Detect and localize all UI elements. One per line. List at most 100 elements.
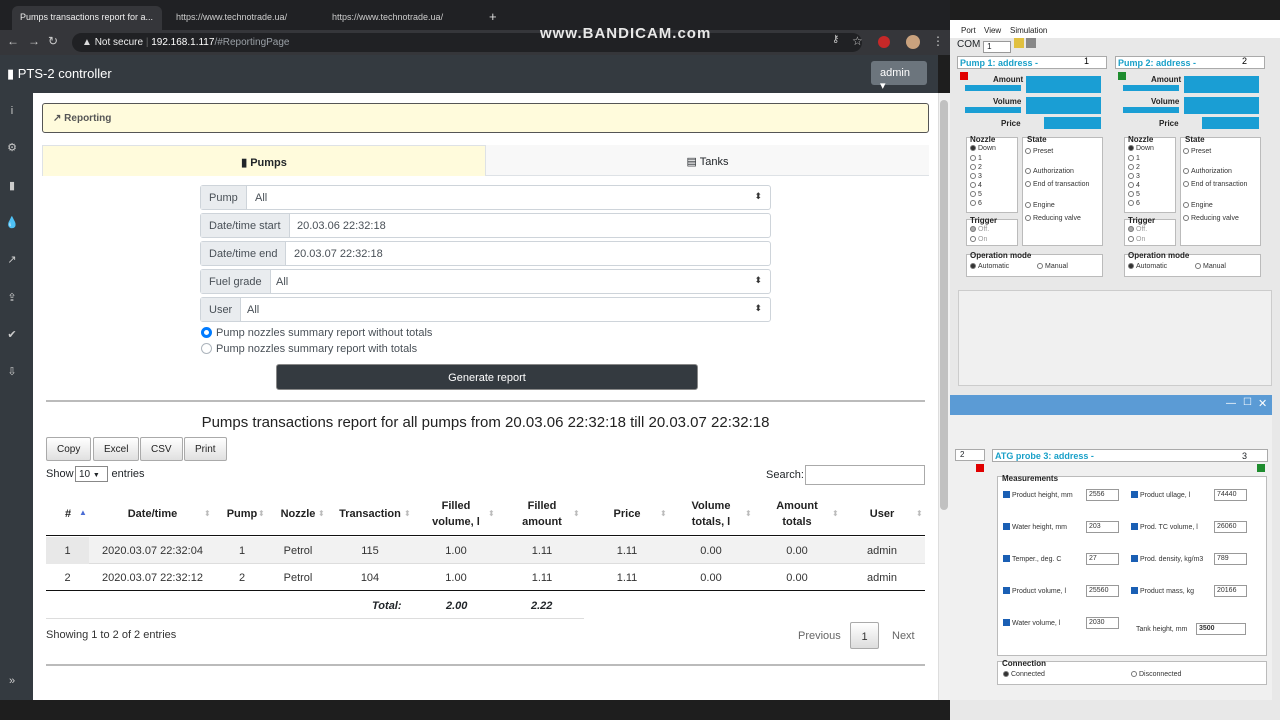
- copy-button[interactable]: Copy: [46, 437, 92, 461]
- connect-icon[interactable]: [1025, 38, 1036, 48]
- checkbox-checked[interactable]: [1131, 555, 1138, 562]
- checkbox-checked[interactable]: [1003, 587, 1010, 594]
- state-reducing-valve[interactable]: Reducing valve: [1025, 215, 1081, 222]
- expand-icon[interactable]: »: [0, 675, 24, 687]
- state-authorization[interactable]: Authorization: [1025, 168, 1074, 175]
- col-header-amount-totals[interactable]: Amount totals: [762, 498, 832, 530]
- pump-icon[interactable]: ▮: [0, 179, 24, 192]
- state-end-of-transaction[interactable]: End of transaction: [1183, 181, 1247, 188]
- nozzle-option[interactable]: 1: [970, 155, 982, 162]
- meas-prod-density[interactable]: Prod. density, kg/m3: [1131, 555, 1203, 563]
- admin-dropdown-button[interactable]: admin ▾: [871, 61, 927, 92]
- menu-dots-icon[interactable]: ⋮: [932, 34, 944, 48]
- meas-product-height[interactable]: Product height, mm: [1003, 491, 1073, 499]
- col-header-filled-volume[interactable]: Filled volume, l: [420, 498, 492, 530]
- table-row[interactable]: 2 2020.03.07 22:32:12 2 Petrol 104 1.00 …: [46, 564, 925, 591]
- nozzle-option[interactable]: 3: [970, 173, 982, 180]
- search-input[interactable]: [805, 465, 925, 485]
- com-port-input[interactable]: 1: [983, 41, 1012, 53]
- connection-disconnected[interactable]: Disconnected: [1131, 671, 1181, 678]
- state-end-of-transaction[interactable]: End of transaction: [1025, 181, 1089, 188]
- meas-value[interactable]: 203: [1086, 521, 1119, 533]
- col-header-datetime[interactable]: Date/time: [95, 506, 210, 522]
- meas-value[interactable]: 789: [1214, 553, 1247, 565]
- nozzle-option-down[interactable]: Down: [1128, 145, 1154, 152]
- user-select[interactable]: User All ⬍: [200, 297, 771, 322]
- avatar[interactable]: [906, 35, 920, 49]
- nozzle-option[interactable]: 1: [1128, 155, 1140, 162]
- meas-value[interactable]: 20166: [1214, 585, 1247, 597]
- nozzle-option[interactable]: 5: [970, 191, 982, 198]
- col-header-user[interactable]: User: [855, 506, 909, 522]
- minimize-icon[interactable]: —: [1226, 398, 1236, 409]
- nozzle-option[interactable]: 2: [970, 164, 982, 171]
- col-header-transaction[interactable]: Transaction: [335, 506, 405, 522]
- scrollbar-thumb[interactable]: [940, 100, 948, 510]
- nozzle-option[interactable]: 6: [970, 200, 982, 207]
- radio-with-totals[interactable]: Pump nozzles summary report with totals: [201, 343, 417, 355]
- menu-view[interactable]: View: [984, 26, 1001, 35]
- browser-tab[interactable]: https://www.technotrade.ua/: [168, 6, 318, 30]
- menu-port[interactable]: Port: [961, 26, 976, 35]
- forward-icon[interactable]: →: [28, 34, 40, 48]
- check-icon[interactable]: ✔: [0, 328, 24, 341]
- pump-select[interactable]: Pump All ⬍: [200, 185, 771, 210]
- col-header-index[interactable]: #: [55, 506, 81, 522]
- browser-tab-active[interactable]: Pumps transactions report for a...: [12, 6, 162, 30]
- trigger-on[interactable]: On: [1128, 236, 1145, 243]
- download-icon[interactable]: ⇩: [0, 365, 24, 378]
- meas-value[interactable]: 74440: [1214, 489, 1247, 501]
- state-preset[interactable]: Preset: [1183, 148, 1211, 155]
- datetime-end-field[interactable]: Date/time end 20.03.07 22:32:18: [200, 241, 771, 266]
- maximize-icon[interactable]: ☐: [1243, 397, 1252, 408]
- gears-icon[interactable]: ⚙: [0, 141, 24, 154]
- col-header-filled-amount[interactable]: Filled amount: [508, 498, 576, 530]
- drop-icon[interactable]: 💧: [0, 216, 24, 229]
- mode-manual[interactable]: Manual: [1037, 263, 1068, 270]
- checkbox-checked[interactable]: [1003, 555, 1010, 562]
- trigger-off[interactable]: Off.: [1128, 226, 1147, 233]
- pagination-previous[interactable]: Previous: [790, 622, 849, 649]
- checkbox-checked[interactable]: [1131, 523, 1138, 530]
- tank-height-input[interactable]: 3500: [1196, 623, 1246, 635]
- info-icon[interactable]: i: [0, 105, 24, 117]
- table-row[interactable]: 1 2020.03.07 22:32:04 1 Petrol 115 1.00 …: [46, 537, 925, 564]
- state-preset[interactable]: Preset: [1025, 148, 1053, 155]
- meas-value[interactable]: 2556: [1086, 489, 1119, 501]
- state-engine[interactable]: Engine: [1025, 202, 1055, 209]
- mode-automatic[interactable]: Automatic: [970, 263, 1009, 270]
- mode-manual[interactable]: Manual: [1195, 263, 1226, 270]
- pagination-page[interactable]: 1: [850, 622, 879, 649]
- fuel-grade-select[interactable]: Fuel grade All ⬍: [200, 269, 771, 294]
- tab-tanks[interactable]: ▤ Tanks: [486, 145, 929, 176]
- pump2-address[interactable]: 2: [1242, 56, 1247, 66]
- nozzle-option[interactable]: 5: [1128, 191, 1140, 198]
- meas-value[interactable]: 27: [1086, 553, 1119, 565]
- connection-connected[interactable]: Connected: [1003, 671, 1045, 678]
- trigger-off[interactable]: Off.: [970, 226, 989, 233]
- meas-product-ullage[interactable]: Product ullage, l: [1131, 491, 1190, 499]
- url-bar[interactable]: ▲ Not secure | 192.168.1.117/#ReportingP…: [72, 33, 862, 52]
- meas-value[interactable]: 26060: [1214, 521, 1247, 533]
- mode-automatic[interactable]: Automatic: [1128, 263, 1167, 270]
- meas-water-height[interactable]: Water height, mm: [1003, 523, 1067, 531]
- extension-icon[interactable]: [878, 36, 890, 48]
- col-header-price[interactable]: Price: [600, 506, 654, 522]
- csv-button[interactable]: CSV: [140, 437, 183, 461]
- meas-product-mass[interactable]: Product mass, kg: [1131, 587, 1194, 595]
- nozzle-option[interactable]: 6: [1128, 200, 1140, 207]
- entries-select[interactable]: 10 ▼: [75, 466, 108, 482]
- trigger-on[interactable]: On: [970, 236, 987, 243]
- new-tab-button[interactable]: +: [486, 6, 506, 30]
- checkbox-checked[interactable]: [1003, 491, 1010, 498]
- nozzle-option[interactable]: 2: [1128, 164, 1140, 171]
- back-icon[interactable]: ←: [7, 34, 19, 48]
- key-icon[interactable]: ⚷: [832, 34, 839, 45]
- col-header-nozzle[interactable]: Nozzle: [272, 506, 324, 522]
- browser-tab[interactable]: https://www.technotrade.ua/: [324, 6, 474, 30]
- col-header-volume-totals[interactable]: Volume totals, l: [678, 498, 744, 530]
- pagination-next[interactable]: Next: [884, 622, 923, 649]
- checkbox-checked[interactable]: [1003, 523, 1010, 530]
- meas-prod-tc-volume[interactable]: Prod. TC volume, l: [1131, 523, 1198, 531]
- reload-icon[interactable]: ↻: [48, 34, 58, 48]
